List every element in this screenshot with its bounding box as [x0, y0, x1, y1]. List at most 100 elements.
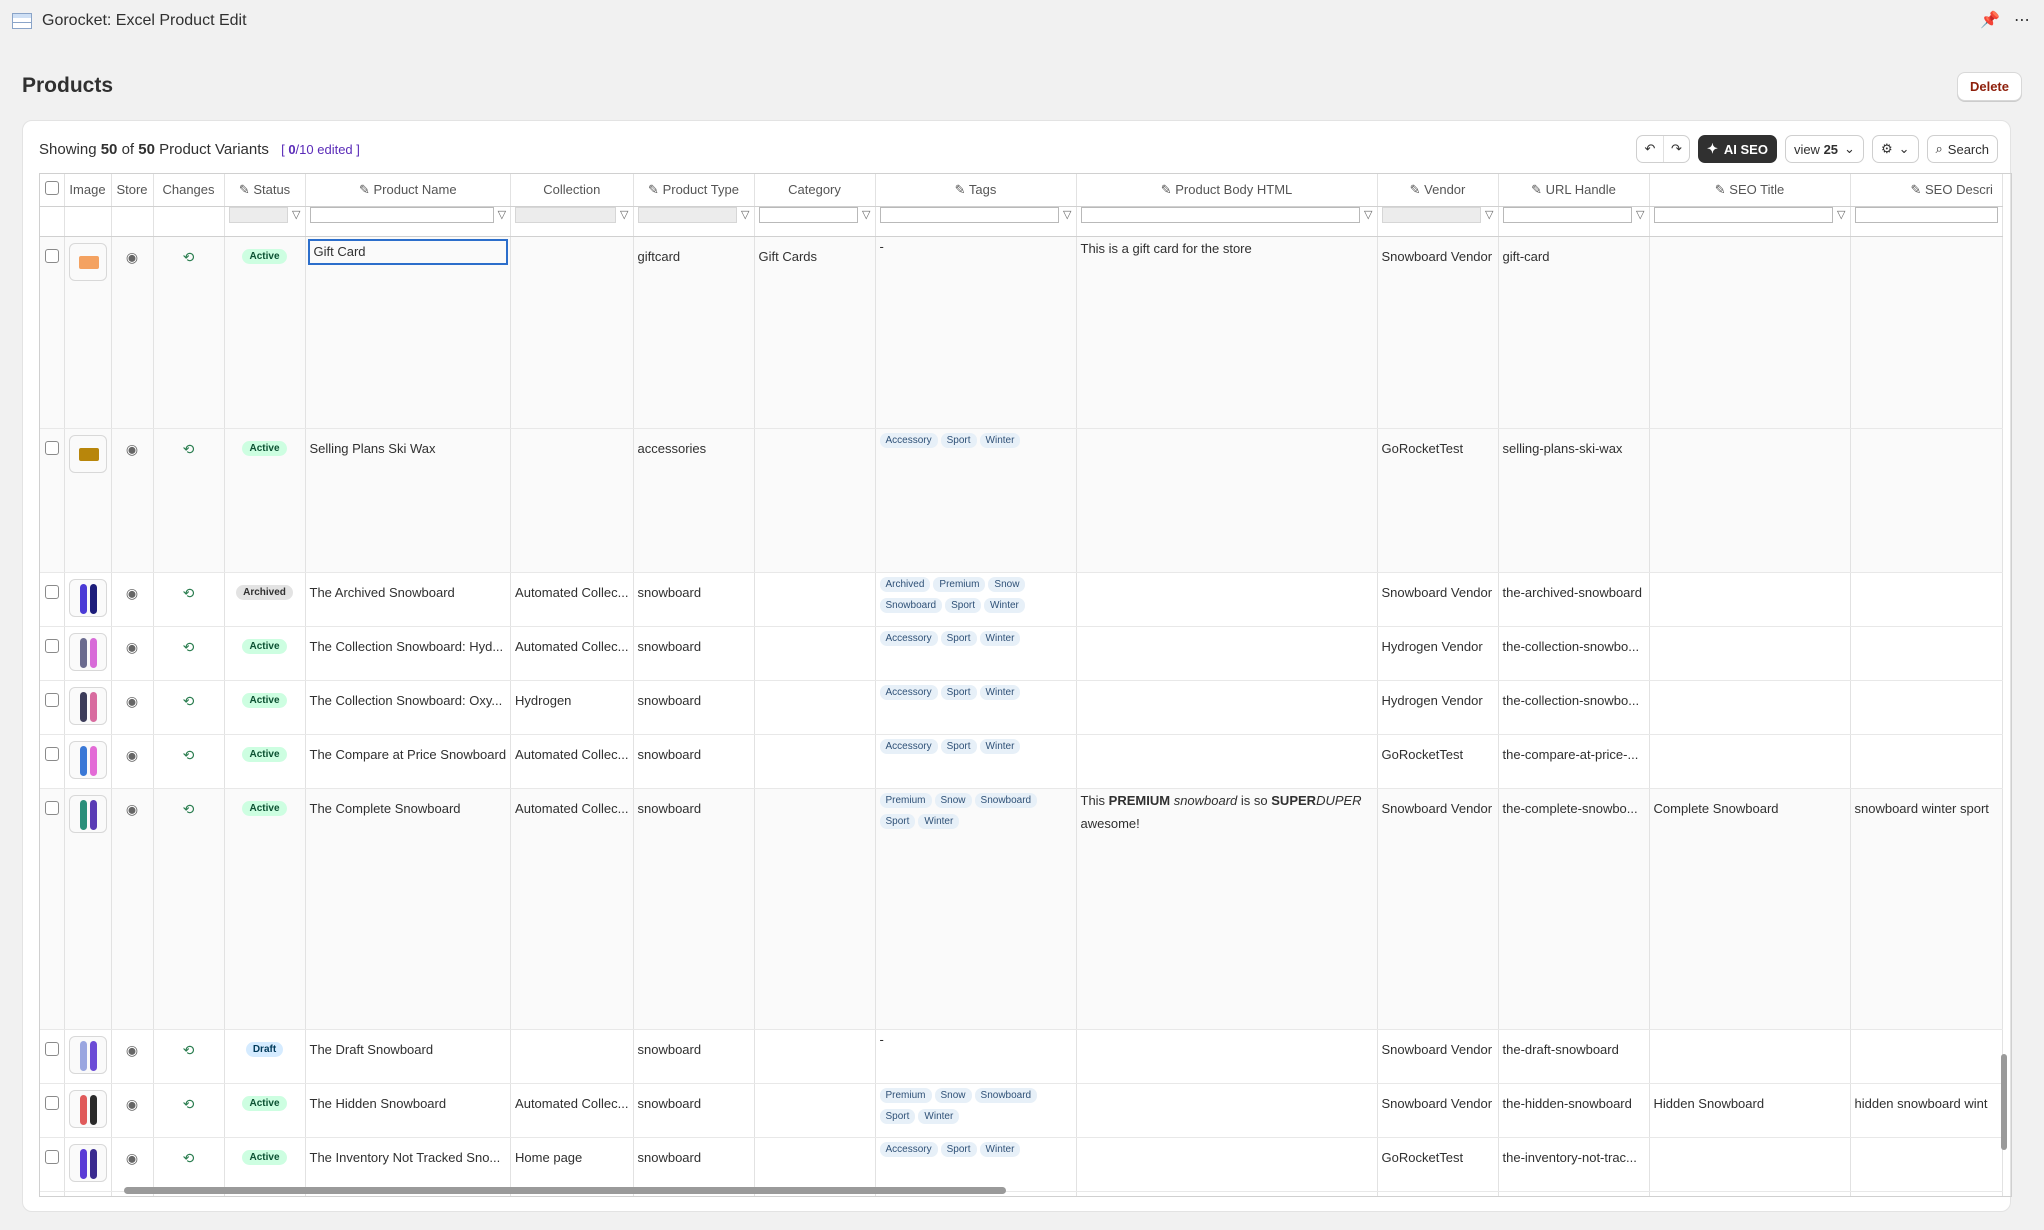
col-collection[interactable]: Collection — [510, 174, 634, 207]
collection-cell[interactable]: Automated Collec... — [510, 788, 634, 1030]
col-store[interactable]: Store — [111, 174, 154, 207]
product-name-cell[interactable]: The Archived Snowboard — [305, 572, 512, 627]
eye-icon[interactable]: ◉ — [126, 747, 138, 764]
tags-cell[interactable]: Accessory Sport Winter — [875, 1137, 1077, 1192]
history-icon[interactable]: ⟲ — [183, 693, 195, 710]
col-product-type[interactable]: ✎ Product Type — [633, 174, 755, 207]
product-name-cell[interactable]: The Collection Snowboard: Oxy... — [305, 680, 512, 735]
redo-icon[interactable]: ↷ — [1662, 136, 1689, 162]
product-type-cell[interactable]: snowboard — [633, 1029, 755, 1084]
history-icon[interactable]: ⟲ — [183, 441, 195, 458]
tags-cell[interactable]: Accessory Sport Winter — [875, 626, 1077, 681]
category-cell[interactable] — [754, 572, 876, 627]
seo-title-cell[interactable] — [1649, 680, 1851, 735]
row-checkbox[interactable] — [44, 1149, 59, 1164]
changes-cell[interactable]: ⟲ — [153, 1029, 225, 1084]
table-row[interactable]: ◉ ⟲ Active The Inventory Not Tracked Sno...… — [40, 1137, 2003, 1192]
seo-desc-cell[interactable] — [1850, 626, 2003, 681]
url-handle-cell[interactable]: the-inventory-not-trac... — [1498, 1137, 1650, 1192]
vendor-cell[interactable]: GoRocketTest — [1377, 1191, 1499, 1196]
status-cell[interactable]: Active — [224, 626, 306, 681]
changes-cell[interactable]: ⟲ — [153, 626, 225, 681]
url-handle-cell[interactable]: the-minimal-snowboard — [1498, 1191, 1650, 1196]
category-cell[interactable] — [754, 626, 876, 681]
product-type-cell[interactable]: snowboard — [633, 1083, 755, 1138]
row-select-cell[interactable] — [40, 680, 65, 735]
url-handle-cell[interactable]: selling-plans-ski-wax — [1498, 428, 1650, 573]
product-type-cell[interactable]: snowboard — [633, 626, 755, 681]
vertical-scrollbar[interactable] — [2001, 1054, 2007, 1150]
history-icon[interactable]: ⟲ — [183, 1042, 195, 1059]
status-cell[interactable]: Active — [224, 1083, 306, 1138]
vendor-cell[interactable]: Snowboard Vendor — [1377, 572, 1499, 627]
body-html-cell[interactable]: This is a gift card for the store — [1076, 236, 1378, 429]
product-type-cell[interactable]: snowboard — [633, 572, 755, 627]
search-button[interactable]: ⌕ Search — [1926, 135, 1998, 163]
col-product-name[interactable]: ✎ Product Name — [305, 174, 512, 207]
table-row[interactable]: ◉ ⟲ Active The Compare at Price Snowboard Au… — [40, 734, 2003, 789]
vendor-cell[interactable]: GoRocketTest — [1377, 428, 1499, 573]
seo-desc-cell[interactable] — [1850, 1029, 2003, 1084]
history-icon[interactable]: ⟲ — [183, 1096, 195, 1113]
vendor-cell[interactable]: Snowboard Vendor — [1377, 788, 1499, 1030]
store-cell[interactable]: ◉ — [111, 572, 154, 627]
row-select-cell[interactable] — [40, 626, 65, 681]
tags-cell[interactable]: Accessory Sport Winter — [875, 734, 1077, 789]
row-checkbox[interactable] — [44, 248, 59, 263]
status-cell[interactable]: Active — [224, 428, 306, 573]
seo-title-cell[interactable] — [1649, 428, 1851, 573]
changes-cell[interactable]: ⟲ — [153, 572, 225, 627]
filter-icon[interactable]: ▽ — [862, 208, 870, 221]
row-checkbox[interactable] — [44, 800, 59, 815]
category-cell[interactable] — [754, 1029, 876, 1084]
vendor-cell[interactable]: Snowboard Vendor — [1377, 1029, 1499, 1084]
table-row[interactable]: ◉ ⟲ Active The Hidden Snowboard Automated Co… — [40, 1083, 2003, 1138]
status-cell[interactable]: Active — [224, 236, 306, 429]
col-seo-desc[interactable]: ✎ SEO Descri — [1850, 174, 2003, 207]
seo-desc-cell[interactable] — [1850, 1137, 2003, 1192]
body-html-cell[interactable] — [1076, 680, 1378, 735]
status-filter[interactable] — [228, 206, 289, 223]
filter-icon[interactable]: ▽ — [1636, 208, 1644, 221]
product-name-cell[interactable]: The Hidden Snowboard — [305, 1083, 512, 1138]
store-cell[interactable]: ◉ — [111, 734, 154, 789]
table-row[interactable]: ◉ ⟲ Active Selling Plans Ski Wax accessories… — [40, 428, 2003, 573]
filter-icon[interactable]: ▽ — [292, 208, 300, 221]
changes-cell[interactable]: ⟲ — [153, 1083, 225, 1138]
col-category[interactable]: Category — [754, 174, 876, 207]
category-cell[interactable] — [754, 428, 876, 573]
product-name-cell[interactable]: Gift Card — [305, 236, 512, 429]
col-body-html[interactable]: ✎ Product Body HTML — [1076, 174, 1378, 207]
category-cell[interactable] — [754, 680, 876, 735]
undo-icon[interactable]: ↶ — [1637, 136, 1663, 162]
store-cell[interactable]: ◉ — [111, 788, 154, 1030]
body-html-cell[interactable] — [1076, 734, 1378, 789]
changes-cell[interactable]: ⟲ — [153, 236, 225, 429]
tags-cell[interactable]: - — [875, 1029, 1077, 1084]
url-handle-cell[interactable]: the-archived-snowboard — [1498, 572, 1650, 627]
product-name-cell[interactable]: Selling Plans Ski Wax — [305, 428, 512, 573]
category-cell[interactable] — [754, 734, 876, 789]
collection-cell[interactable] — [510, 428, 634, 573]
changes-cell[interactable]: ⟲ — [153, 428, 225, 573]
seo-desc-cell[interactable] — [1850, 680, 2003, 735]
product-name-cell[interactable]: The Inventory Not Tracked Sno... — [305, 1137, 512, 1192]
product-name-cell[interactable]: The Compare at Price Snowboard — [305, 734, 512, 789]
body-html-cell[interactable] — [1076, 428, 1378, 573]
type-filter[interactable] — [637, 206, 738, 223]
filter-icon[interactable]: ▽ — [1485, 208, 1493, 221]
eye-icon[interactable]: ◉ — [126, 441, 138, 458]
product-name-cell[interactable]: The Draft Snowboard — [305, 1029, 512, 1084]
row-select-cell[interactable] — [40, 1083, 65, 1138]
tags-cell[interactable]: Archived Premium Snow Snowboard Sport Winter — [875, 572, 1077, 627]
history-icon[interactable]: ⟲ — [183, 249, 195, 266]
eye-icon[interactable]: ◉ — [126, 585, 138, 602]
table-row[interactable]: ◉ ⟲ Active The Collection Snowboard: Oxy...… — [40, 680, 2003, 735]
collection-cell[interactable]: Home page — [510, 1137, 634, 1192]
store-cell[interactable]: ◉ — [111, 1029, 154, 1084]
col-tags[interactable]: ✎ Tags — [875, 174, 1077, 207]
changes-cell[interactable]: ⟲ — [153, 788, 225, 1030]
table-row[interactable]: ◉ ⟲ Archived The Archived Snowboard Automate… — [40, 572, 2003, 627]
filter-icon[interactable]: ▽ — [1837, 208, 1845, 221]
url-handle-cell[interactable]: the-compare-at-price-... — [1498, 734, 1650, 789]
